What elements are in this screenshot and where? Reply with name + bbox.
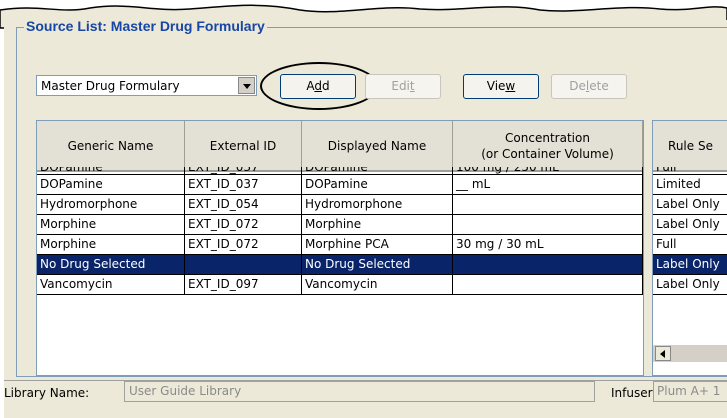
- source-list-select[interactable]: Master Drug Formulary: [36, 75, 257, 96]
- rule-row[interactable]: Label Only: [653, 255, 727, 275]
- cell-rule-set: Full: [653, 235, 727, 255]
- cell-external-id: EXT_ID_072: [185, 215, 302, 235]
- cell-rule-set: Label Only: [653, 215, 727, 235]
- rule-row[interactable]: Full: [653, 235, 727, 255]
- cell-displayed-name: Vancomycin: [302, 275, 453, 295]
- view-button[interactable]: View: [463, 74, 539, 99]
- column-header-rule-set[interactable]: Rule Se: [653, 121, 727, 172]
- library-name-field[interactable]: User Guide Library: [124, 381, 595, 402]
- horizontal-scrollbar[interactable]: [653, 345, 727, 362]
- library-name-label: Library Name:: [4, 386, 90, 400]
- cell-concentration: 100 mg / 250 mL: [453, 167, 643, 175]
- column-header-external-id[interactable]: External ID: [185, 121, 302, 172]
- cell-generic-name: Morphine: [37, 215, 185, 235]
- cell-displayed-name: DOPamine: [302, 167, 453, 175]
- rule-row[interactable]: Label Only: [653, 215, 727, 235]
- cell-concentration: 30 mg / 30 mL: [453, 235, 643, 255]
- cell-external-id: EXT_ID_037: [185, 175, 302, 195]
- cell-concentration: [453, 255, 643, 275]
- rule-set-panel[interactable]: Rule Se Full Limited Label Only Label Only…: [652, 120, 727, 376]
- cell-generic-name: DOPamine: [37, 167, 185, 175]
- cell-rule-set: Limited: [653, 175, 727, 195]
- cell-displayed-name: Morphine PCA: [302, 235, 453, 255]
- rule-row[interactable]: Label Only: [653, 275, 727, 295]
- cell-external-id: [185, 255, 302, 275]
- cell-rule-set: Label Only: [653, 255, 727, 275]
- infuser-field[interactable]: Plum A+ 1: [653, 381, 727, 402]
- cell-external-id: EXT_ID_072: [185, 235, 302, 255]
- column-header-concentration[interactable]: Concentration (or Container Volume): [453, 121, 643, 172]
- highlight-circle: [260, 62, 378, 110]
- cell-concentration: [453, 195, 643, 215]
- cell-concentration: [453, 275, 643, 295]
- cell-displayed-name: Morphine: [302, 215, 453, 235]
- cell-concentration: __ mL: [453, 175, 643, 195]
- chevron-down-icon[interactable]: [238, 77, 255, 94]
- cell-displayed-name: DOPamine: [302, 175, 453, 195]
- drug-table[interactable]: Generic Name External ID Displayed Name …: [36, 120, 644, 376]
- edit-button[interactable]: Edit: [365, 74, 441, 99]
- cell-displayed-name: Hydromorphone: [302, 195, 453, 215]
- cell-generic-name: Vancomycin: [37, 275, 185, 295]
- cell-displayed-name: No Drug Selected: [302, 255, 453, 275]
- column-header-displayed-name[interactable]: Displayed Name: [302, 121, 453, 172]
- cell-generic-name: Morphine: [37, 235, 185, 255]
- cell-generic-name: Hydromorphone: [37, 195, 185, 215]
- infuser-label: Infuser:: [611, 386, 657, 400]
- cell-generic-name: DOPamine: [37, 175, 185, 195]
- group-title: Source List: Master Drug Formulary: [24, 18, 267, 34]
- scroll-left-icon[interactable]: [655, 346, 671, 361]
- cell-rule-set: Label Only: [653, 275, 727, 295]
- rule-row[interactable]: Limited: [653, 175, 727, 195]
- cell-concentration: [453, 215, 643, 235]
- cell-external-id: EXT_ID_097: [185, 275, 302, 295]
- cell-external-id: EXT_ID_037: [185, 167, 302, 175]
- cell-rule-set: Full: [653, 167, 727, 175]
- delete-button[interactable]: Delete: [551, 74, 627, 99]
- rule-row[interactable]: Label Only: [653, 195, 727, 215]
- source-list-value: Master Drug Formulary: [41, 79, 180, 93]
- cell-rule-set: Label Only: [653, 195, 727, 215]
- cell-external-id: EXT_ID_054: [185, 195, 302, 215]
- column-header-generic-name[interactable]: Generic Name: [37, 121, 185, 172]
- cell-generic-name: No Drug Selected: [37, 255, 185, 275]
